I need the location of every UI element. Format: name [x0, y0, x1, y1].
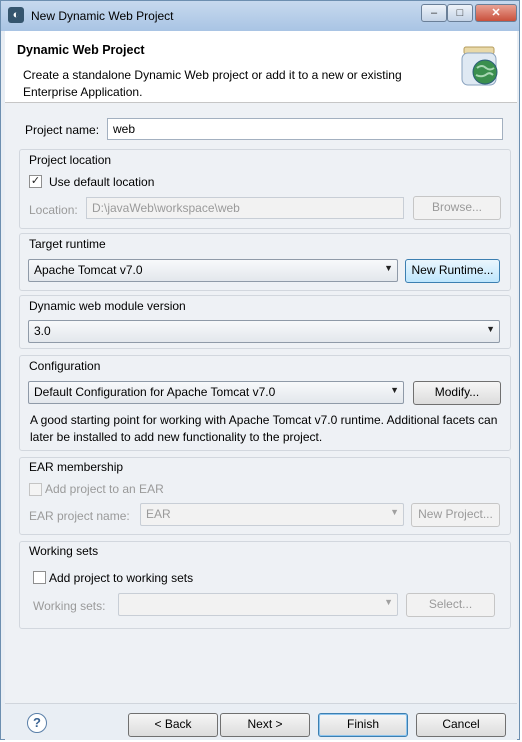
module-version-selected: 3.0	[34, 324, 51, 338]
project-location-group-label: Project location	[29, 153, 112, 167]
ear-project-name-dropdown[interactable]: EAR ▼	[140, 503, 404, 526]
target-runtime-selected: Apache Tomcat v7.0	[34, 263, 143, 277]
working-sets-label: Working sets:	[33, 599, 106, 613]
back-button[interactable]: < Back	[128, 713, 218, 737]
use-default-location-label[interactable]: Use default location	[49, 175, 154, 189]
chevron-down-icon: ▼	[486, 324, 495, 334]
add-to-working-sets-label[interactable]: Add project to working sets	[49, 571, 193, 585]
new-runtime-button[interactable]: New Runtime...	[405, 259, 500, 283]
web-project-jar-icon	[461, 46, 498, 86]
working-sets-group-label: Working sets	[29, 544, 99, 558]
wizard-footer: ? < Back Next > Finish Cancel	[5, 703, 517, 740]
wizard-title: Dynamic Web Project	[17, 43, 145, 57]
module-version-group-label: Dynamic web module version	[29, 299, 186, 313]
cancel-button[interactable]: Cancel	[416, 713, 506, 737]
configuration-description: A good starting point for working with A…	[30, 413, 498, 444]
add-to-ear-checkbox[interactable]	[29, 483, 42, 496]
chevron-down-icon: ▼	[384, 263, 393, 273]
add-to-working-sets-checkbox[interactable]	[33, 571, 46, 584]
chevron-down-icon: ▼	[384, 597, 393, 607]
working-sets-dropdown[interactable]: ▼	[118, 593, 398, 616]
minimize-button[interactable]: –	[421, 4, 447, 22]
new-project-button[interactable]: New Project...	[411, 503, 500, 527]
chevron-down-icon: ▼	[390, 507, 399, 517]
browse-button[interactable]: Browse...	[413, 196, 501, 220]
target-runtime-group-label: Target runtime	[29, 237, 106, 251]
help-icon[interactable]: ?	[27, 713, 47, 733]
project-name-label: Project name:	[25, 123, 100, 137]
location-input[interactable]: D:\javaWeb\workspace\web	[86, 197, 404, 219]
ear-project-name-value: EAR	[146, 507, 171, 521]
ear-membership-group-label: EAR membership	[29, 460, 124, 474]
ear-project-name-label: EAR project name:	[29, 509, 130, 523]
close-button[interactable]: ✕	[475, 4, 517, 22]
configuration-selected: Default Configuration for Apache Tomcat …	[34, 385, 276, 399]
configuration-group-label: Configuration	[29, 359, 101, 373]
maximize-button[interactable]: □	[447, 4, 473, 22]
new-dynamic-web-project-dialog: ◐ New Dynamic Web Project – □ ✕ Dynamic …	[0, 0, 520, 740]
modify-button[interactable]: Modify...	[413, 381, 501, 405]
configuration-dropdown[interactable]: Default Configuration for Apache Tomcat …	[28, 381, 404, 404]
next-button[interactable]: Next >	[220, 713, 310, 737]
eclipse-app-icon: ◐	[8, 7, 24, 23]
title-bar[interactable]: ◐ New Dynamic Web Project – □ ✕	[1, 1, 519, 31]
add-to-ear-label[interactable]: Add project to an EAR	[45, 482, 164, 496]
location-label: Location:	[29, 203, 78, 217]
module-version-dropdown[interactable]: 3.0 ▼	[28, 320, 500, 343]
select-working-sets-button[interactable]: Select...	[406, 593, 495, 617]
target-runtime-dropdown[interactable]: Apache Tomcat v7.0 ▼	[28, 259, 398, 282]
wizard-description: Create a standalone Dynamic Web project …	[23, 68, 402, 99]
window-title: New Dynamic Web Project	[31, 9, 174, 23]
finish-button[interactable]: Finish	[318, 713, 408, 737]
wizard-content: Project name: web Project location ✓ Use…	[5, 103, 517, 703]
project-name-input[interactable]: web	[107, 118, 503, 140]
wizard-header: Dynamic Web Project Create a standalone …	[5, 31, 517, 103]
chevron-down-icon: ▼	[390, 385, 399, 395]
use-default-location-checkbox[interactable]: ✓	[29, 175, 42, 188]
